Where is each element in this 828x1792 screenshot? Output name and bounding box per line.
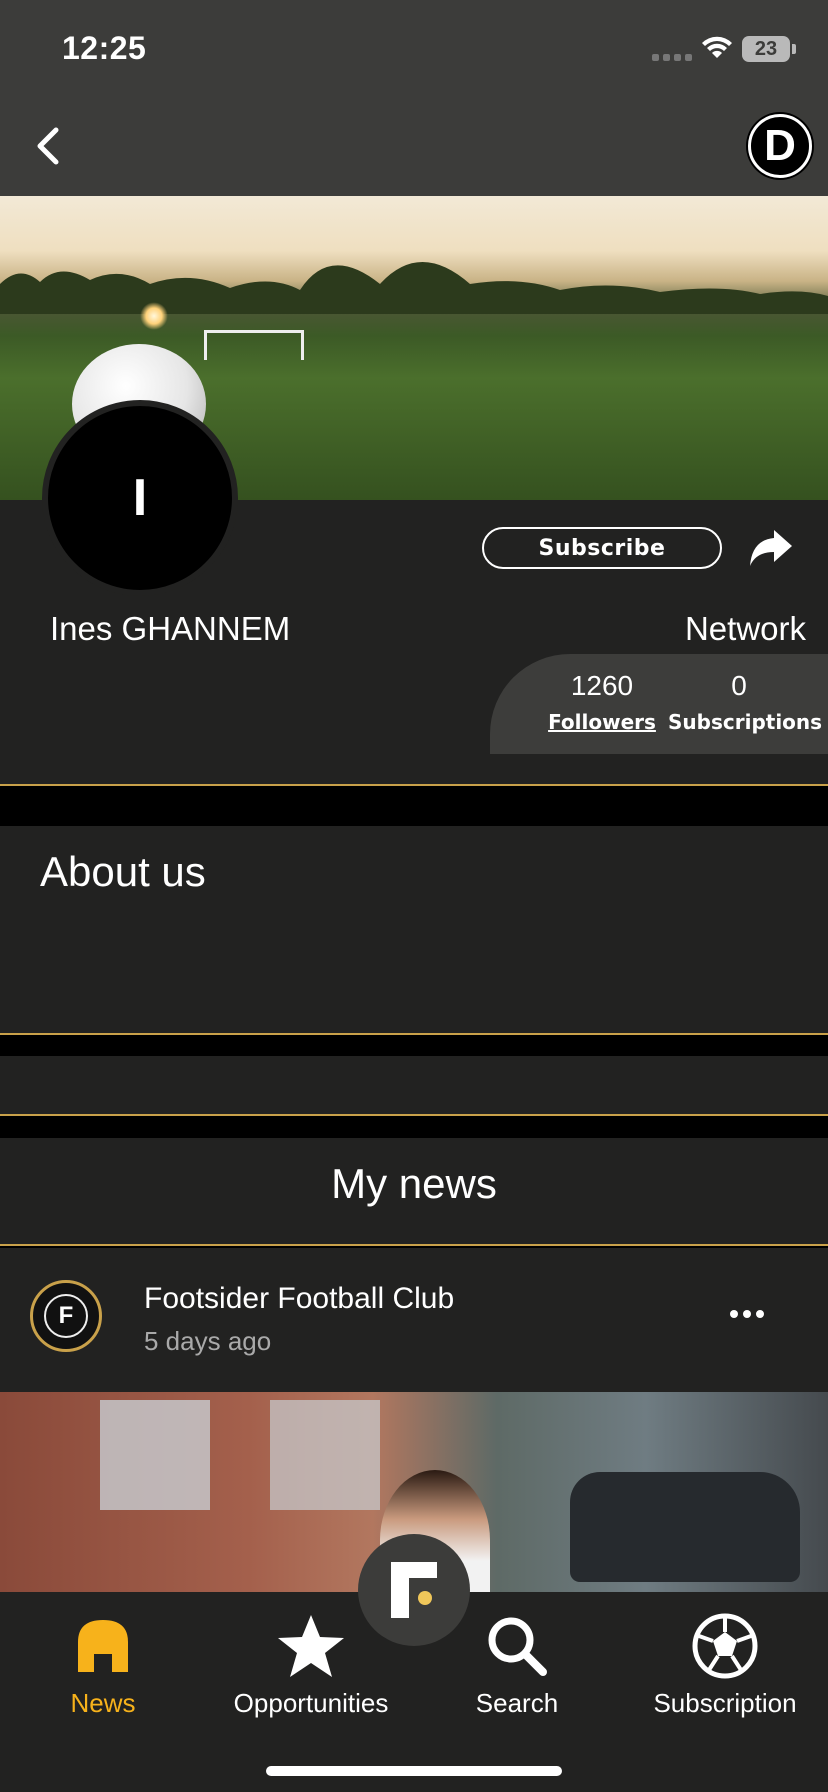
news-title: My news [331, 1160, 497, 1207]
share-icon [750, 530, 792, 566]
divider [0, 784, 828, 786]
share-button[interactable] [746, 526, 794, 570]
subscriptions-label: Subscriptions [668, 710, 823, 734]
window [270, 1400, 380, 1510]
followers-stat[interactable]: 1260 Followers [548, 670, 656, 734]
nav-opportunities-label: Opportunities [233, 1688, 389, 1718]
car [570, 1472, 800, 1582]
home-icon [78, 1620, 128, 1672]
post-header [0, 1248, 828, 1392]
nav-news[interactable]: News [8, 1610, 198, 1719]
avatar[interactable]: I [42, 400, 238, 596]
followers-count: 1260 [570, 670, 634, 701]
battery-icon: 23 [742, 36, 790, 62]
signal-icon [652, 54, 692, 61]
nav-search-label: Search [475, 1688, 559, 1718]
wifi-icon [700, 34, 734, 65]
soccer-ball-icon [692, 1613, 758, 1679]
more-options-button[interactable] [724, 1304, 770, 1324]
divider [0, 1244, 828, 1246]
club-logo-letter: F [44, 1294, 88, 1338]
sun [140, 302, 168, 330]
nav-subscription[interactable]: Subscription [630, 1610, 820, 1719]
profile-name: Ines GHANNEM [50, 610, 291, 647]
about-title: About us [40, 848, 206, 895]
window [100, 1400, 210, 1510]
star-icon [278, 1615, 344, 1677]
followers-link[interactable]: Followers [548, 710, 656, 734]
empty-section [0, 1056, 828, 1114]
divider [0, 1033, 828, 1035]
footsider-logo-icon [391, 1562, 437, 1618]
app-logo-button[interactable]: D [748, 114, 812, 178]
subscriptions-count: 0 [731, 670, 747, 701]
footsider-fab-button[interactable] [358, 1534, 470, 1646]
chevron-left-icon [37, 127, 59, 165]
network-label: Network [684, 610, 806, 647]
post-time: 5 days ago [144, 1326, 272, 1356]
search-icon [488, 1617, 547, 1676]
more-dots-icon [730, 1310, 738, 1318]
subscribe-button[interactable]: Subscribe [482, 527, 722, 569]
post-author[interactable]: Footsider Football Club [144, 1282, 454, 1316]
back-button[interactable] [24, 118, 72, 174]
status-time: 12:25 [62, 30, 147, 66]
club-logo[interactable]: F [30, 1280, 102, 1352]
divider [0, 1114, 828, 1116]
subscriptions-stat[interactable]: 0 Subscriptions [668, 670, 823, 734]
nav-news-label: News [70, 1688, 136, 1718]
goal-post [204, 330, 304, 360]
nav-subscription-label: Subscription [653, 1688, 797, 1718]
battery-tip [792, 44, 796, 54]
home-indicator [266, 1766, 562, 1776]
tree-line [0, 262, 828, 314]
